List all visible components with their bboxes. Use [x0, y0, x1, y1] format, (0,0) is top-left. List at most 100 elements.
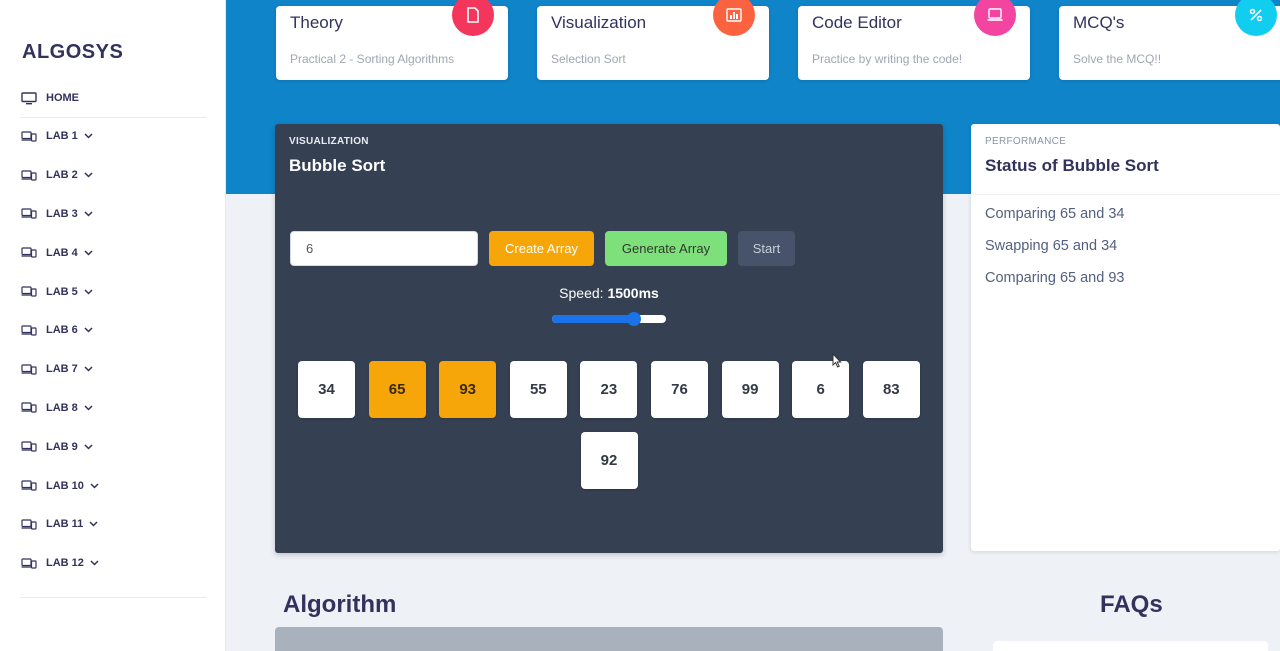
performance-panel: PERFORMANCE Status of Bubble Sort Compar… — [971, 124, 1280, 551]
sidebar-item-label: LAB 11 — [46, 518, 84, 531]
faq-heading: FAQs — [1100, 591, 1163, 618]
sidebar-item-home[interactable]: HOME — [20, 79, 206, 118]
percent-icon — [1235, 0, 1277, 36]
chart-bar-icon — [713, 0, 755, 36]
status-line: Swapping 65 and 34 — [985, 238, 1118, 254]
sidebar-item-label: LAB 10 — [46, 479, 84, 492]
sidebar-item-lab[interactable]: LAB 7 — [20, 350, 206, 389]
stat-card[interactable]: MCQ's Solve the MCQ!! — [1059, 0, 1280, 80]
document-icon — [452, 0, 494, 36]
status-log: Comparing 65 and 34 Swapping 65 and 34 Com… — [985, 205, 1124, 301]
chevron-down-icon — [84, 289, 93, 295]
array-cell: 55 — [509, 361, 567, 418]
lab-list: LAB 1 LAB 2 LAB 3 LAB 4 LAB 5 LAB 6 LAB 7 LAB 8… — [20, 118, 206, 583]
stat-card[interactable]: Code Editor Practice by writing the code! — [798, 0, 1030, 80]
algorithm-card — [275, 627, 943, 651]
sidebar-item-lab[interactable]: LAB 3 — [20, 195, 206, 234]
chevron-down-icon — [84, 405, 93, 411]
sidebar: ALGOSYS HOME LAB 1 LAB 2 LAB 3 LAB 4 LAB 5 LA… — [0, 0, 226, 651]
laptop-book-icon — [20, 401, 38, 415]
laptop-book-icon — [20, 362, 38, 376]
sidebar-item-lab[interactable]: LAB 12 — [20, 544, 206, 583]
start-button[interactable]: Start — [738, 231, 795, 266]
sidebar-item-label: LAB 12 — [46, 557, 84, 570]
laptop-book-icon — [20, 556, 38, 570]
card-subtitle: Practice by writing the code! — [812, 52, 963, 66]
mouse-cursor-icon — [832, 352, 842, 373]
card-title: Code Editor — [812, 13, 902, 32]
nav-divider — [20, 597, 206, 598]
sidebar-item-lab[interactable]: LAB 11 — [20, 505, 206, 544]
laptop-code-icon — [974, 0, 1016, 36]
card-title: MCQ's — [1073, 13, 1125, 32]
speed-label: Speed: — [559, 285, 604, 301]
chevron-down-icon — [90, 560, 99, 566]
panel-divider — [971, 194, 1280, 195]
chevron-down-icon — [84, 327, 93, 333]
laptop-book-icon — [20, 129, 38, 143]
array-cell: 65 — [368, 361, 426, 418]
sidebar-item-label: LAB 9 — [46, 440, 78, 453]
status-line: Comparing 65 and 34 — [985, 206, 1125, 222]
sidebar-item-label: LAB 4 — [46, 246, 78, 259]
sidebar-item-label: LAB 3 — [46, 207, 78, 220]
panel-title: Status of Bubble Sort — [985, 156, 1159, 175]
chevron-down-icon — [84, 133, 93, 139]
sidebar-item-lab[interactable]: LAB 1 — [20, 117, 206, 156]
chevron-down-icon — [84, 366, 93, 372]
desktop-icon — [20, 91, 38, 105]
card-subtitle: Practical 2 - Sorting Algorithms — [290, 52, 455, 66]
sidebar-item-label: LAB 2 — [46, 169, 78, 182]
laptop-book-icon — [20, 285, 38, 299]
chevron-down-icon — [90, 483, 99, 489]
card-subtitle: Selection Sort — [551, 52, 626, 66]
array-cell: 92 — [580, 432, 638, 489]
visualization-panel: VISUALIZATION Bubble Sort Create Array G… — [275, 124, 943, 553]
chevron-down-icon — [89, 521, 98, 527]
panel-eyebrow: PERFORMANCE — [985, 136, 1067, 147]
sidebar-item-lab[interactable]: LAB 9 — [20, 427, 206, 466]
laptop-book-icon — [20, 207, 38, 221]
laptop-book-icon — [20, 168, 38, 182]
slider-thumb[interactable] — [627, 312, 642, 326]
array-cell: 83 — [862, 361, 920, 418]
card-subtitle: Solve the MCQ!! — [1073, 52, 1162, 66]
sidebar-item-lab[interactable]: LAB 8 — [20, 389, 206, 428]
chevron-down-icon — [84, 250, 93, 256]
card-title: Theory — [290, 13, 343, 32]
sidebar-nav: HOME — [20, 80, 206, 118]
sidebar-item-label: LAB 8 — [46, 401, 78, 414]
sidebar-item-label: LAB 5 — [46, 285, 78, 298]
slider-fill — [552, 315, 635, 323]
laptop-book-icon — [20, 479, 38, 493]
sidebar-item-lab[interactable]: LAB 2 — [20, 156, 206, 195]
panel-eyebrow: VISUALIZATION — [289, 136, 369, 147]
status-line: Comparing 65 and 93 — [985, 270, 1125, 286]
chevron-down-icon — [84, 444, 93, 450]
array-cell: 93 — [439, 361, 497, 418]
sidebar-item-lab[interactable]: LAB 5 — [20, 272, 206, 311]
chevron-down-icon — [84, 211, 93, 217]
sidebar-item-lab[interactable]: LAB 4 — [20, 233, 206, 272]
chevron-down-icon — [84, 172, 93, 178]
faq-card — [993, 641, 1268, 651]
generate-array-button[interactable]: Generate Array — [605, 231, 727, 266]
array-size-input[interactable] — [290, 231, 478, 266]
stat-card[interactable]: Theory Practical 2 - Sorting Algorithms — [276, 0, 508, 80]
sidebar-item-label: LAB 1 — [46, 130, 78, 143]
sidebar-item-label: HOME — [46, 92, 79, 105]
algorithm-heading: Algorithm — [283, 591, 397, 618]
array-cell: 34 — [298, 361, 355, 418]
array-cell: 23 — [580, 361, 638, 418]
speed-slider[interactable] — [552, 312, 666, 326]
laptop-book-icon — [20, 323, 38, 337]
create-array-button[interactable]: Create Array — [489, 231, 594, 266]
stat-card[interactable]: Visualization Selection Sort — [537, 0, 769, 80]
sidebar-item-lab[interactable]: LAB 6 — [20, 311, 206, 350]
sidebar-item-lab[interactable]: LAB 10 — [20, 466, 206, 505]
sidebar-item-label: LAB 7 — [46, 363, 78, 376]
laptop-book-icon — [20, 246, 38, 260]
brand-logo[interactable]: ALGOSYS — [22, 41, 123, 64]
sidebar-item-label: LAB 6 — [46, 324, 78, 337]
array-cell: 99 — [721, 361, 779, 418]
